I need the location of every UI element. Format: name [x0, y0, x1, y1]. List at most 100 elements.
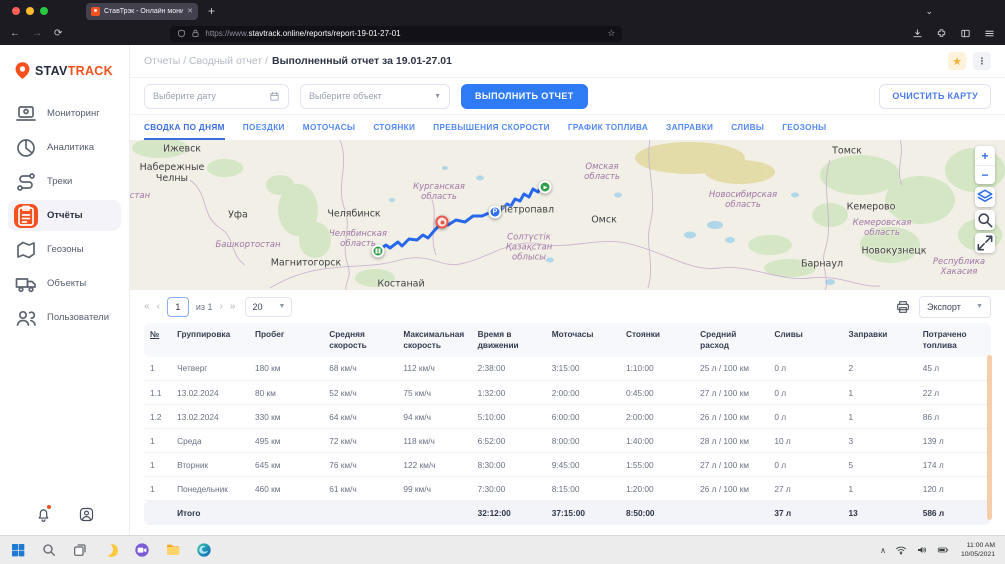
window-controls[interactable] — [0, 7, 58, 15]
start-button-icon[interactable] — [10, 542, 26, 558]
browser-tab[interactable]: СтавТрэк - Онлайн мониторин ✕ — [86, 3, 198, 20]
table-cell: 1:32:00 — [472, 381, 546, 405]
object-select[interactable]: Выберите объект ▼ — [300, 84, 450, 109]
parking-marker[interactable]: P — [489, 206, 502, 219]
bookmark-star-icon[interactable]: ☆ — [607, 28, 615, 39]
video-app-icon[interactable] — [134, 542, 150, 558]
stavtrack-logo[interactable]: STAVTRACK — [0, 45, 129, 86]
pause-marker[interactable] — [372, 245, 385, 258]
sidebar-panel-icon[interactable] — [960, 28, 971, 39]
prev-page-button[interactable]: ‹ — [157, 301, 160, 312]
sidebar-item-geozones[interactable]: Геозоны — [8, 234, 121, 265]
table-cell: 1:55:00 — [620, 453, 694, 477]
tab-list-chevron-icon[interactable]: ⌄ — [925, 6, 933, 17]
first-page-button[interactable]: « — [144, 301, 150, 312]
tab-close-icon[interactable]: ✕ — [187, 7, 193, 15]
page-number-input[interactable]: 1 — [167, 297, 189, 317]
page-size-select[interactable]: 20 ▼ — [245, 297, 292, 317]
taskbar-search-icon[interactable] — [41, 542, 57, 558]
tab-7[interactable]: ЗАПРАВКИ — [666, 123, 713, 140]
file-explorer-icon[interactable] — [165, 542, 181, 558]
table-row[interactable]: 1Вторник645 км76 км/ч122 км/ч8:30:009:45… — [144, 453, 991, 477]
date-placeholder: Выберите дату — [153, 91, 216, 101]
layers-button[interactable] — [975, 187, 995, 207]
tab-5[interactable]: ПРЕВЫШЕНИЯ СКОРОСТИ — [433, 123, 550, 140]
sidebar-item-analytics[interactable]: Аналитика — [8, 132, 121, 163]
maximize-window-button[interactable] — [40, 7, 48, 15]
filter-row: Выберите дату Выберите объект ▼ ВЫПОЛНИТ… — [130, 78, 1005, 115]
export-dropdown[interactable]: Экспорт ▼ — [919, 296, 991, 318]
table-row[interactable]: 1.113.02.202480 км52 км/ч75 км/ч1:32:002… — [144, 381, 991, 405]
favorite-star-icon[interactable]: ★ — [948, 52, 966, 70]
wifi-icon[interactable] — [895, 544, 907, 556]
table-row[interactable]: 1Понедельник460 км61 км/ч99 км/ч7:30:008… — [144, 477, 991, 501]
moon-app-icon[interactable] — [103, 542, 119, 558]
sidebar-item-users[interactable]: Пользователи — [8, 302, 121, 333]
zoom-in-button[interactable]: + — [975, 146, 995, 165]
kebab-menu-icon[interactable]: ⋮ — [973, 52, 991, 70]
table-cell: 495 км — [249, 429, 323, 453]
chevron-down-icon: ▼ — [434, 93, 441, 100]
clock[interactable]: 11:00 AM 10/05/2021 — [961, 541, 995, 559]
table-cell: 0:45:00 — [620, 381, 694, 405]
shield-icon[interactable] — [177, 29, 186, 38]
zoom-out-button[interactable]: − — [975, 165, 995, 184]
next-page-button[interactable]: › — [220, 301, 223, 312]
clear-map-button[interactable]: ОЧИСТИТЬ КАРТУ — [879, 84, 991, 109]
extensions-icon[interactable] — [936, 28, 947, 39]
account-icon[interactable] — [78, 506, 95, 523]
table-header-cell: Потрачено топлива — [917, 323, 991, 357]
tab-6[interactable]: ГРАФИК ТОПЛИВА — [568, 123, 648, 140]
new-tab-button[interactable]: + — [208, 5, 215, 17]
table-cell: 94 км/ч — [397, 405, 471, 429]
tab-3[interactable]: МОТОЧАСЫ — [303, 123, 356, 140]
table-cell: 174 л — [917, 453, 991, 477]
map-search-button[interactable] — [975, 210, 995, 230]
lock-icon[interactable] — [191, 29, 200, 38]
table-row[interactable]: 1.213.02.2024330 км64 км/ч94 км/ч5:10:00… — [144, 405, 991, 429]
back-button[interactable]: ← — [10, 28, 20, 39]
task-view-icon[interactable] — [72, 542, 88, 558]
print-icon[interactable] — [895, 299, 911, 315]
date-picker-input[interactable]: Выберите дату — [144, 84, 289, 109]
volume-icon[interactable] — [916, 544, 928, 556]
table-row[interactable]: 1Среда495 км72 км/ч118 км/ч6:52:008:00:0… — [144, 429, 991, 453]
sidebar-item-tracks[interactable]: Треки — [8, 166, 121, 197]
table-header: №ГруппировкаПробегСредняя скоростьМаксим… — [144, 323, 991, 357]
table-header-cell: Сливы — [768, 323, 842, 357]
last-page-button[interactable]: » — [230, 301, 236, 312]
vertical-scrollbar[interactable] — [987, 355, 992, 520]
sidebar-item-monitoring[interactable]: Мониторинг — [8, 98, 121, 129]
reload-button[interactable]: ⟳ — [54, 28, 62, 39]
page-count-label: из 1 — [196, 302, 213, 312]
run-report-button[interactable]: ВЫПОЛНИТЬ ОТЧЕТ — [461, 84, 588, 109]
tab-9[interactable]: ГЕОЗОНЫ — [782, 123, 826, 140]
battery-icon[interactable] — [937, 544, 949, 556]
fullscreen-button[interactable] — [975, 233, 995, 253]
tab-1[interactable]: СВОДКА ПО ДНЯМ — [144, 123, 225, 140]
stop-marker[interactable] — [436, 216, 449, 229]
tab-2[interactable]: ПОЕЗДКИ — [243, 123, 285, 140]
tray-chevron-icon[interactable]: ∧ — [880, 546, 886, 555]
table-header-cell: Стоянки — [620, 323, 694, 357]
url-bar[interactable]: https://www.stavtrack.online/reports/rep… — [170, 26, 622, 42]
sidebar-item-objects[interactable]: Объекты — [8, 268, 121, 299]
sidebar-item-reports[interactable]: Отчёты — [8, 200, 121, 231]
table-total-row[interactable]: Итого32:12:0037:15:008:50:0037 л13586 л — [144, 501, 991, 525]
table-row[interactable]: 1Четверг180 км68 км/ч112 км/ч2:38:003:15… — [144, 357, 991, 381]
forward-button[interactable]: → — [32, 28, 42, 39]
close-window-button[interactable] — [12, 7, 20, 15]
tab-8[interactable]: СЛИВЫ — [731, 123, 764, 140]
minimize-window-button[interactable] — [26, 7, 34, 15]
start-marker[interactable] — [539, 181, 552, 194]
download-icon[interactable] — [912, 28, 923, 39]
tab-4[interactable]: СТОЯНКИ — [373, 123, 415, 140]
notifications-bell-icon[interactable] — [35, 506, 52, 523]
edge-browser-icon[interactable] — [196, 542, 212, 558]
breadcrumb[interactable]: Отчеты / Сводный отчет / — [144, 55, 268, 67]
map[interactable]: ИжевскНабережные ЧелныстанУфаБашкортоста… — [130, 140, 1005, 290]
analytics-icon — [14, 136, 38, 160]
table-cell: 2:00:00 — [620, 405, 694, 429]
menu-icon[interactable] — [984, 28, 995, 39]
reports-icon — [14, 204, 38, 228]
